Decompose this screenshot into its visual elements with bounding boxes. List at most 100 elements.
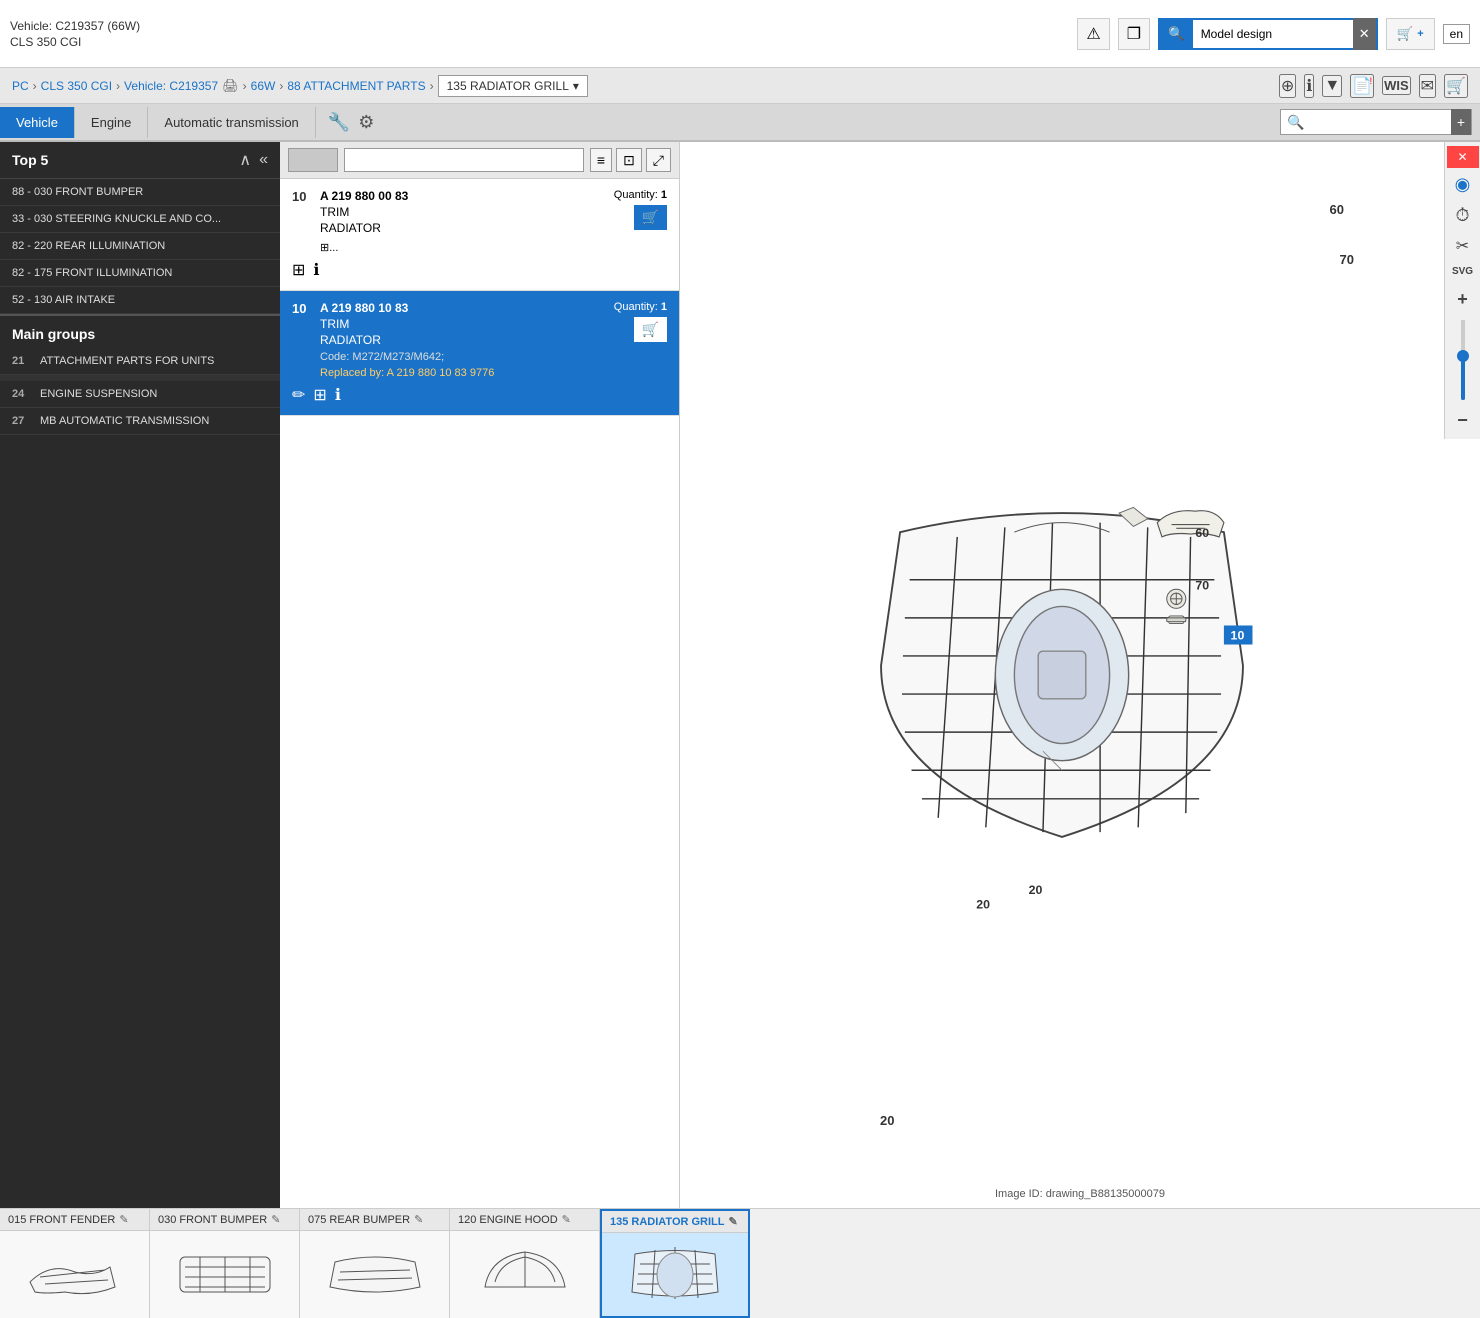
thumb-label-active: 135 RADIATOR GRILL ✎ (602, 1211, 748, 1233)
top5-item[interactable]: 82 - 220 REAR ILLUMINATION (0, 233, 280, 260)
model-search-button[interactable]: 🔍 (1160, 18, 1193, 50)
fullscreen-view-button[interactable]: ⤢ (646, 148, 671, 172)
top5-collapse-button[interactable]: ∧ (239, 150, 251, 170)
wrench-icon[interactable]: 🔧 (328, 112, 350, 133)
list-view-button[interactable]: ≡ (590, 148, 612, 172)
wis-button[interactable]: WIS (1382, 76, 1411, 95)
pos-label-60: 60 (1330, 202, 1344, 217)
gear-icon[interactable]: ⚙ (358, 112, 374, 133)
top5-header: Top 5 ∧ « (0, 142, 280, 179)
breadcrumb-tools: ⊕ ℹ ▼ 📄! WIS ✉ 🛒 (1279, 74, 1468, 98)
part-item[interactable]: 10 A 219 880 00 83 TRIM RADIATOR ⊞... Qu… (280, 179, 679, 291)
pos-label-20: 20 (880, 1113, 894, 1128)
grid-icon[interactable]: ⊞ (292, 260, 305, 280)
part-replaced-by: Replaced by: A 219 880 10 83 9776 (320, 367, 614, 379)
breadcrumb-cls[interactable]: CLS 350 CGI (41, 79, 112, 93)
top5-double-left-button[interactable]: « (259, 150, 268, 170)
grid-icon[interactable]: ⊞ (313, 385, 326, 405)
part-name2: RADIATOR (320, 333, 614, 347)
thumbnail-engine-hood[interactable]: 120 ENGINE HOOD ✎ (450, 1209, 600, 1318)
top5-item[interactable]: 52 - 130 AIR INTAKE (0, 287, 280, 314)
diagram-zoom-out-button[interactable]: − (1447, 406, 1479, 435)
zoom-slider-track[interactable] (1461, 320, 1465, 400)
breadcrumb: PC › CLS 350 CGI › Vehicle: C219357 🖨 › … (0, 68, 1480, 104)
thumbnail-rear-bumper[interactable]: 075 REAR BUMPER ✎ (300, 1209, 450, 1318)
mail-button[interactable]: ✉ (1419, 74, 1436, 98)
copy-button[interactable]: ❐ (1118, 18, 1150, 50)
parts-filter-input[interactable] (344, 148, 584, 172)
main-group-item[interactable]: 21 ATTACHMENT PARTS FOR UNITS (0, 348, 280, 375)
diagram-scissors-button[interactable]: ✂ (1447, 232, 1479, 260)
thumbnails-bar: 015 FRONT FENDER ✎ 030 FRONT BUMPER ✎ (0, 1208, 1480, 1318)
thumb-label: 030 FRONT BUMPER ✎ (150, 1209, 299, 1231)
parts-toolbar: ≡ ⊡ ⤢ (280, 142, 679, 179)
diagram-circle-button[interactable]: ◉ (1447, 170, 1479, 199)
diagram-close-button[interactable]: ✕ (1447, 146, 1479, 168)
main-group-item[interactable]: 24 ENGINE SUSPENSION (0, 381, 280, 408)
part-item-selected[interactable]: 10 A 219 880 10 83 TRIM RADIATOR Code: M… (280, 291, 679, 416)
vehicle-icon[interactable]: 🖨 (222, 78, 239, 94)
parts-search-add[interactable]: + (1451, 109, 1471, 135)
diagram-toolbar: ✕ ◉ ⏱ ✂ SVG + − (1444, 142, 1480, 439)
filter-button[interactable]: ▼ (1322, 75, 1342, 97)
parts-filter-box[interactable] (288, 148, 338, 172)
zoom-in-button[interactable]: ⊕ (1279, 74, 1296, 98)
part-position: 10 (292, 301, 320, 316)
edit-icon[interactable]: ✎ (729, 1215, 738, 1228)
thumb-svg-grill (620, 1242, 730, 1307)
main-content: Top 5 ∧ « 88 - 030 FRONT BUMPER 33 - 030… (0, 142, 1480, 1208)
parts-view-icons: ≡ ⊡ ⤢ (590, 148, 671, 172)
model-search-input[interactable] (1193, 23, 1353, 45)
part-code: A 219 880 00 83 (320, 189, 614, 203)
tab-vehicle[interactable]: Vehicle (0, 107, 75, 138)
pencil-icon[interactable]: ✏ (292, 385, 305, 405)
edit-icon[interactable]: ✎ (562, 1213, 571, 1226)
diagram-history-button[interactable]: ⏱ (1447, 201, 1479, 230)
language-selector[interactable]: en (1443, 24, 1470, 44)
edit-icon[interactable]: ✎ (414, 1213, 423, 1226)
top5-title: Top 5 (12, 152, 48, 168)
cart-button[interactable]: 🛒 + (1386, 18, 1435, 50)
diagram-label-70: 70 (1195, 578, 1209, 592)
sidebar: Top 5 ∧ « 88 - 030 FRONT BUMPER 33 - 030… (0, 142, 280, 1208)
document-button[interactable]: 📄! (1350, 74, 1374, 98)
diagram-svg: 20 (832, 475, 1292, 875)
top5-item[interactable]: 33 - 030 STEERING KNUCKLE AND CO... (0, 206, 280, 233)
part-cart-button[interactable]: 🛒 (634, 317, 667, 342)
warning-button[interactable]: ⚠ (1077, 18, 1109, 50)
top5-list: 88 - 030 FRONT BUMPER 33 - 030 STEERING … (0, 179, 280, 314)
info-icon[interactable]: ℹ (313, 260, 319, 280)
tab-engine[interactable]: Engine (75, 107, 148, 138)
tab-automatic-transmission[interactable]: Automatic transmission (148, 107, 315, 138)
top5-controls: ∧ « (239, 150, 268, 170)
breadcrumb-radiator-label: 135 RADIATOR GRILL (447, 79, 569, 93)
top5-item[interactable]: 88 - 030 FRONT BUMPER (0, 179, 280, 206)
model-search-box: 🔍 ✕ (1158, 18, 1378, 50)
search-clear-button[interactable]: ✕ (1353, 18, 1376, 50)
part-code-info: Code: M272/M273/M642; (320, 351, 614, 363)
top5-item[interactable]: 82 - 175 FRONT ILLUMINATION (0, 260, 280, 287)
thumbnail-radiator-grill[interactable]: 135 RADIATOR GRILL ✎ (600, 1209, 750, 1318)
info-icon[interactable]: ℹ (335, 385, 341, 405)
breadcrumb-pc[interactable]: PC (12, 79, 29, 93)
thumb-img (150, 1231, 299, 1318)
edit-icon[interactable]: ✎ (119, 1213, 128, 1226)
edit-icon[interactable]: ✎ (271, 1213, 280, 1226)
part-cart-button[interactable]: 🛒 (634, 205, 667, 230)
diagram-zoom-in-button[interactable]: + (1447, 285, 1479, 314)
breadcrumb-66w[interactable]: 66W (251, 79, 276, 93)
parts-search-input[interactable] (1311, 113, 1451, 131)
thumbnail-front-bumper[interactable]: 030 FRONT BUMPER ✎ (150, 1209, 300, 1318)
breadcrumb-vehicle[interactable]: Vehicle: C219357 (124, 79, 218, 93)
info-button[interactable]: ℹ (1304, 74, 1314, 98)
main-group-item[interactable]: 27 MB AUTOMATIC TRANSMISSION (0, 408, 280, 435)
cart-breadcrumb-button[interactable]: 🛒 (1444, 74, 1468, 98)
breadcrumb-attachment[interactable]: 88 ATTACHMENT PARTS (287, 79, 425, 93)
pos-label-70: 70 (1340, 252, 1354, 267)
expand-view-button[interactable]: ⊡ (616, 148, 642, 172)
breadcrumb-radiator-dropdown[interactable]: 135 RADIATOR GRILL ▾ (438, 75, 588, 97)
parts-search-icon[interactable]: 🔍 (1281, 112, 1310, 133)
part-qty: Quantity: 1 🛒 (614, 301, 667, 342)
thumbnail-front-fender[interactable]: 015 FRONT FENDER ✎ (0, 1209, 150, 1318)
diagram-svg-button[interactable]: SVG (1447, 262, 1479, 281)
